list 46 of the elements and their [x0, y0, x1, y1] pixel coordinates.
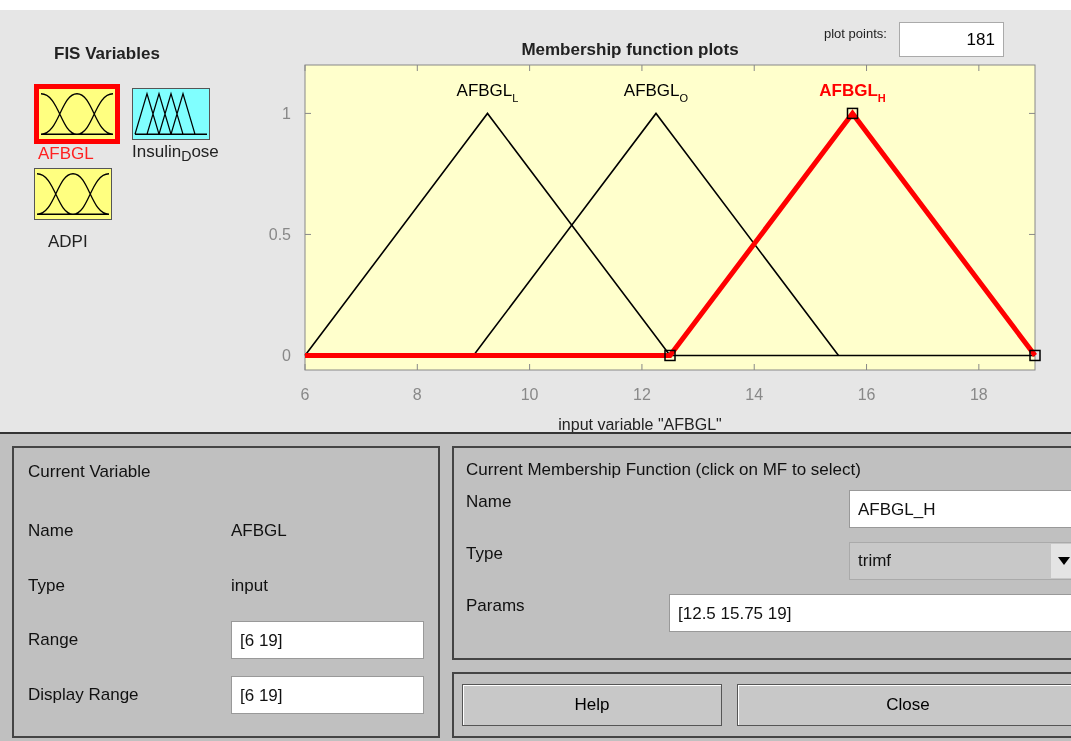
- curve-label[interactable]: AFBGL$_{O}$: [623, 81, 689, 105]
- field-label: Name: [28, 521, 75, 542]
- close-button[interactable]: Close: [737, 684, 1071, 726]
- variable-label: AFBGL: [38, 144, 94, 164]
- panel-title: FIS Variables: [54, 44, 160, 64]
- field-label: Params: [466, 595, 526, 616]
- input-field[interactable]: [6 19]: [231, 621, 424, 660]
- variable-label: ADPI: [48, 232, 88, 253]
- vertex-handle[interactable]: [1029, 349, 1041, 362]
- input-field[interactable]: [6 19]: [231, 675, 424, 714]
- panel-title: Current Membership Function (click on MF to select): [466, 460, 861, 480]
- field-label: Name: [466, 491, 513, 512]
- variable-label: Insulin$_{D}$ose: [132, 142, 219, 165]
- field-value: input: [231, 575, 268, 596]
- y-tick-label: 0.5: [268, 226, 291, 244]
- chart-title: Membership function plots: [521, 40, 739, 59]
- field-label: Type: [28, 575, 66, 596]
- field-label: Display Range: [28, 684, 140, 705]
- x-tick-label: 12: [633, 386, 651, 403]
- type-dropdown[interactable]: trimf: [849, 542, 1071, 580]
- input-field[interactable]: AFBGL_H: [849, 490, 1071, 528]
- field-label: Type: [466, 543, 504, 564]
- field-value: AFBGL: [231, 521, 287, 542]
- x-tick-label: 16: [857, 386, 876, 403]
- variable-icon[interactable]: [34, 84, 120, 144]
- vertex-handle[interactable]: [664, 349, 676, 362]
- curve-label[interactable]: AFBGL$_{H}$: [819, 81, 886, 105]
- x-tick-label: 18: [969, 386, 988, 403]
- curve-label[interactable]: AFBGL$_{L}$: [456, 81, 519, 105]
- vertex-handle[interactable]: [846, 107, 859, 120]
- x-tick-label: 6: [300, 386, 310, 403]
- help-button[interactable]: Help: [462, 684, 722, 726]
- membership-curve[interactable]: [305, 109, 1037, 358]
- input-field[interactable]: [12.5 15.75 19]: [669, 594, 1071, 632]
- x-tick-label: 14: [745, 386, 764, 403]
- field-label: Range: [28, 630, 80, 651]
- x-tick-label: 10: [520, 386, 539, 403]
- variable-icon[interactable]: [34, 168, 112, 221]
- y-tick-label: 0: [282, 347, 291, 365]
- panel-title: Current Variable: [28, 462, 151, 482]
- caret-icon: [1058, 557, 1070, 565]
- variable-icon[interactable]: [132, 88, 210, 140]
- plot-points-field[interactable]: 181: [898, 22, 1004, 57]
- plot-points-label: plot points:: [824, 26, 887, 41]
- y-tick-label: 1: [282, 105, 291, 123]
- x-tick-label: 8: [412, 386, 422, 403]
